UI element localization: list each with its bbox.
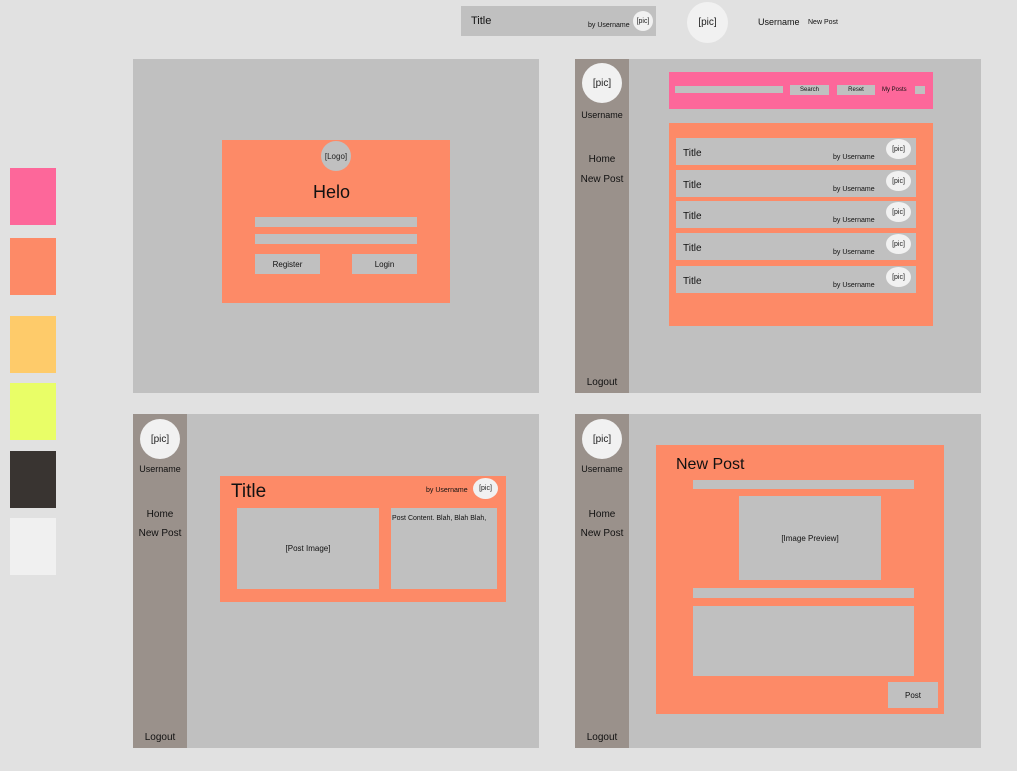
sidebar-username: Username bbox=[139, 464, 181, 474]
sidebar: [pic] Username Home New Post Logout bbox=[133, 414, 187, 748]
post-title: Title bbox=[231, 481, 267, 502]
my-posts-label: My Posts bbox=[882, 87, 907, 93]
post-item-author: by Username bbox=[833, 282, 875, 289]
my-posts-toggle[interactable] bbox=[915, 86, 925, 94]
login-screen: [Logo] Helo Register Login bbox=[133, 59, 539, 393]
sidebar-avatar: [pic] bbox=[582, 63, 622, 103]
new-post-screen: [pic] Username Home New Post Logout New … bbox=[575, 414, 981, 748]
post-item-avatar: [pic] bbox=[886, 171, 911, 191]
sidebar-item-home[interactable]: Home bbox=[575, 154, 629, 165]
post-list: Title by Username [pic] Title by Usernam… bbox=[669, 123, 933, 326]
post-card-component: Title by Username [pic] bbox=[461, 6, 656, 36]
post-author-avatar: [pic] bbox=[473, 478, 498, 499]
post-list-item[interactable]: Title by Username [pic] bbox=[676, 170, 916, 197]
post-content-text: Post Content. Blah, Blah Blah, bbox=[392, 515, 487, 522]
swatch-dark bbox=[10, 451, 56, 508]
post-item-title: Title bbox=[683, 243, 702, 254]
sidebar-item-logout[interactable]: Logout bbox=[575, 377, 629, 388]
post-item-avatar: [pic] bbox=[886, 202, 911, 222]
post-list-item[interactable]: Title by Username [pic] bbox=[676, 201, 916, 228]
swatch-orange bbox=[10, 238, 56, 295]
sidebar-username: Username bbox=[581, 464, 623, 474]
search-input[interactable] bbox=[675, 86, 783, 93]
username-component: Username bbox=[758, 17, 800, 27]
post-item-title: Title bbox=[683, 276, 702, 287]
post-list-item[interactable]: Title by Username [pic] bbox=[676, 266, 916, 293]
username-input[interactable] bbox=[255, 217, 417, 227]
post-card: Title by Username [pic] [Post Image] Pos… bbox=[220, 476, 506, 602]
post-item-author: by Username bbox=[833, 154, 875, 161]
post-author: by Username bbox=[426, 487, 468, 494]
logo-placeholder: [Logo] bbox=[321, 141, 351, 171]
new-post-component: New Post bbox=[808, 19, 838, 26]
login-button[interactable]: Login bbox=[352, 254, 417, 274]
post-button[interactable]: Post bbox=[888, 682, 938, 708]
post-content: Post Content. Blah, Blah Blah, bbox=[391, 508, 497, 589]
new-post-form: New Post [Image Preview] Post bbox=[656, 445, 944, 714]
post-item-author: by Username bbox=[833, 217, 875, 224]
post-item-title: Title bbox=[683, 148, 702, 159]
image-preview[interactable]: [Image Preview] bbox=[739, 496, 881, 580]
title-input[interactable] bbox=[693, 480, 914, 489]
swatch-light bbox=[10, 518, 56, 575]
post-card-author: by Username bbox=[588, 22, 630, 29]
feed-screen: [pic] Username Home New Post Logout Sear… bbox=[575, 59, 981, 393]
image-url-input[interactable] bbox=[693, 588, 914, 598]
sidebar-item-home[interactable]: Home bbox=[133, 509, 187, 520]
post-item-avatar: [pic] bbox=[886, 234, 911, 254]
sidebar-item-logout[interactable]: Logout bbox=[575, 732, 629, 743]
post-item-title: Title bbox=[683, 211, 702, 222]
search-button[interactable]: Search bbox=[790, 85, 829, 95]
post-item-avatar: [pic] bbox=[886, 267, 911, 287]
reset-button[interactable]: Reset bbox=[837, 85, 875, 95]
sidebar-username: Username bbox=[581, 110, 623, 120]
sidebar: [pic] Username Home New Post Logout bbox=[575, 59, 629, 393]
avatar-component: [pic] bbox=[687, 2, 728, 43]
post-item-author: by Username bbox=[833, 186, 875, 193]
greeting-heading: Helo bbox=[313, 182, 351, 202]
post-card-title: Title bbox=[471, 15, 492, 27]
sidebar-item-new-post[interactable]: New Post bbox=[575, 528, 629, 539]
post-image: [Post Image] bbox=[237, 508, 379, 589]
post-item-avatar: [pic] bbox=[886, 139, 911, 159]
search-bar: Search Reset My Posts bbox=[669, 72, 933, 109]
swatch-pink bbox=[10, 168, 56, 225]
sidebar: [pic] Username Home New Post Logout bbox=[575, 414, 629, 748]
sidebar-item-new-post[interactable]: New Post bbox=[575, 174, 629, 185]
post-view-screen: [pic] Username Home New Post Logout Titl… bbox=[133, 414, 539, 748]
swatch-yellow bbox=[10, 316, 56, 373]
post-item-title: Title bbox=[683, 180, 702, 191]
login-card: [Logo] Helo Register Login bbox=[222, 140, 450, 303]
post-list-item[interactable]: Title by Username [pic] bbox=[676, 233, 916, 260]
new-post-heading: New Post bbox=[676, 456, 745, 473]
content-textarea[interactable] bbox=[693, 606, 914, 676]
swatch-lime bbox=[10, 383, 56, 440]
register-button[interactable]: Register bbox=[255, 254, 320, 274]
password-input[interactable] bbox=[255, 234, 417, 244]
sidebar-item-logout[interactable]: Logout bbox=[133, 732, 187, 743]
post-card-avatar: [pic] bbox=[633, 11, 653, 31]
post-item-author: by Username bbox=[833, 249, 875, 256]
sidebar-item-new-post[interactable]: New Post bbox=[133, 528, 187, 539]
post-list-item[interactable]: Title by Username [pic] bbox=[676, 138, 916, 165]
sidebar-avatar: [pic] bbox=[140, 419, 180, 459]
sidebar-item-home[interactable]: Home bbox=[575, 509, 629, 520]
sidebar-avatar: [pic] bbox=[582, 419, 622, 459]
